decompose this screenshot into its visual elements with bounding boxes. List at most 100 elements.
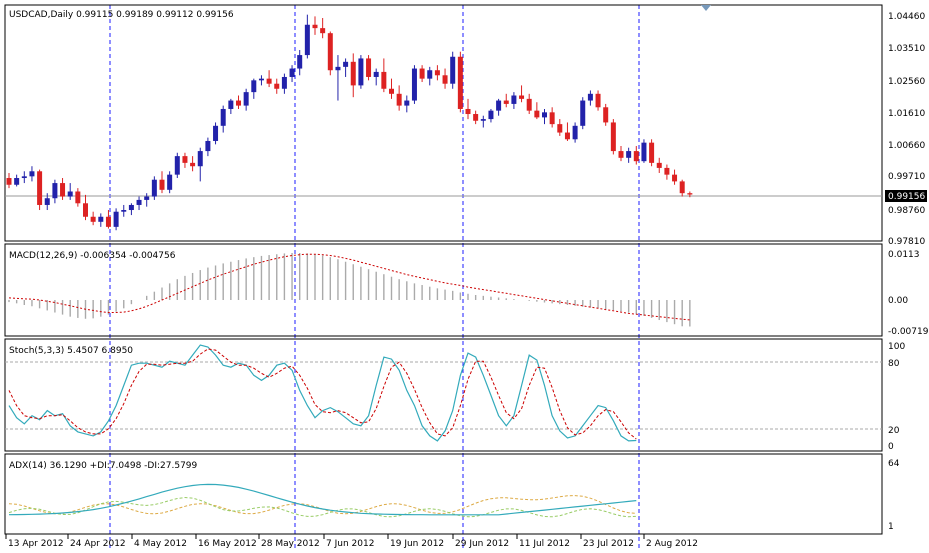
candle-body bbox=[312, 24, 318, 29]
candle-body bbox=[335, 66, 341, 71]
candle-body bbox=[427, 70, 433, 79]
date-label: 7 Jun 2012 bbox=[326, 539, 374, 549]
candle-body bbox=[60, 183, 66, 197]
date-label: 4 May 2012 bbox=[134, 539, 187, 549]
stoch-tick: 100 bbox=[888, 342, 905, 352]
candle-body bbox=[595, 93, 601, 108]
candle-body bbox=[496, 100, 502, 111]
candle-body bbox=[465, 108, 471, 115]
price-tick: 0.97810 bbox=[888, 237, 925, 247]
macd-title: MACD(12,26,9) -0.006354 -0.004756 bbox=[9, 251, 176, 261]
candle-body bbox=[213, 125, 219, 141]
candle-body bbox=[297, 55, 303, 69]
candle-body bbox=[603, 107, 609, 123]
candle-body bbox=[411, 68, 417, 101]
candle-body bbox=[136, 199, 142, 205]
candle-body bbox=[14, 178, 20, 185]
date-label: 11 Jul 2012 bbox=[519, 539, 570, 549]
candle-body bbox=[159, 179, 165, 190]
price-tick: 1.04460 bbox=[888, 12, 925, 22]
price-tick: 1.01610 bbox=[888, 109, 925, 119]
candle-body bbox=[274, 83, 280, 89]
candle-body bbox=[511, 95, 517, 104]
candle-body bbox=[457, 56, 463, 109]
candle-body bbox=[480, 119, 486, 121]
candle-body bbox=[649, 142, 655, 163]
candle-body bbox=[174, 156, 180, 175]
candle-body bbox=[679, 181, 685, 194]
candle-body bbox=[289, 68, 295, 77]
date-label: 19 Jun 2012 bbox=[390, 539, 444, 549]
candle-body bbox=[67, 191, 73, 197]
candle-body bbox=[37, 171, 43, 205]
candle-body bbox=[366, 58, 372, 77]
candle-body bbox=[327, 33, 333, 71]
candle-body bbox=[519, 95, 525, 99]
macd-tick: -0.00719 bbox=[888, 327, 929, 337]
candle-body bbox=[557, 124, 563, 133]
candle-body bbox=[534, 110, 540, 118]
candle-body bbox=[29, 171, 35, 177]
candle-body bbox=[182, 156, 188, 163]
candle-body bbox=[381, 71, 387, 89]
candle-body bbox=[618, 151, 624, 158]
candle-body bbox=[450, 56, 456, 84]
date-label: 2 Aug 2012 bbox=[646, 539, 698, 549]
candle-body bbox=[343, 61, 349, 67]
candle-body bbox=[251, 80, 257, 93]
candle-body bbox=[228, 100, 234, 109]
candle-body bbox=[350, 61, 356, 86]
candle-body bbox=[580, 100, 586, 126]
macd-tick: 0.0113 bbox=[888, 250, 920, 260]
candle-body bbox=[687, 193, 693, 195]
date-label: 23 Jul 2012 bbox=[583, 539, 634, 549]
candle-body bbox=[564, 132, 570, 140]
price-tick: 0.98760 bbox=[888, 206, 925, 216]
candle-body bbox=[664, 167, 670, 175]
candle-body bbox=[610, 122, 616, 152]
candle-body bbox=[236, 100, 241, 106]
candle-body bbox=[304, 24, 310, 56]
candle-body bbox=[373, 71, 379, 77]
candle-body bbox=[44, 198, 50, 205]
candle-body bbox=[358, 58, 364, 86]
date-label: 13 Apr 2012 bbox=[8, 539, 64, 549]
macd-tick: 0.00 bbox=[888, 296, 908, 306]
candle-body bbox=[503, 100, 509, 104]
candle-body bbox=[587, 93, 593, 101]
candle-body bbox=[167, 174, 173, 190]
candle-body bbox=[641, 142, 647, 162]
candle-body bbox=[572, 125, 578, 140]
stoch-tick: 80 bbox=[888, 359, 900, 369]
adx-tick: 64 bbox=[888, 459, 900, 469]
stoch-tick: 0 bbox=[888, 442, 894, 452]
candle-body bbox=[75, 191, 81, 204]
candle-body bbox=[52, 183, 58, 199]
candle-body bbox=[488, 110, 494, 120]
candle-body bbox=[473, 114, 479, 121]
date-label: 24 Apr 2012 bbox=[70, 539, 126, 549]
stoch-title: Stoch(5,3,3) 5.4507 6.8950 bbox=[9, 346, 133, 356]
candle-body bbox=[205, 140, 211, 152]
candle-body bbox=[258, 78, 264, 81]
candle-body bbox=[197, 151, 203, 167]
candle-body bbox=[549, 112, 555, 125]
candle-body bbox=[83, 203, 88, 217]
candle-body bbox=[320, 28, 326, 34]
date-label: 28 May 2012 bbox=[261, 539, 320, 549]
price-tick: 1.00660 bbox=[888, 141, 925, 151]
candle-body bbox=[21, 176, 27, 179]
candle-body bbox=[144, 196, 150, 200]
candle-body bbox=[105, 216, 111, 227]
candle-body bbox=[6, 178, 12, 185]
candle-body bbox=[281, 76, 287, 89]
date-label: 16 May 2012 bbox=[198, 539, 257, 549]
candle-body bbox=[396, 93, 402, 106]
date-label: 29 Jun 2012 bbox=[455, 539, 509, 549]
chart-window: 0.99156 USDCAD,Daily 0.99115 0.99189 0.9… bbox=[0, 0, 929, 553]
candle-body bbox=[626, 151, 632, 158]
candle-body bbox=[190, 162, 196, 167]
candle-body bbox=[404, 100, 410, 106]
candle-body bbox=[442, 75, 448, 84]
candle-body bbox=[656, 162, 662, 168]
